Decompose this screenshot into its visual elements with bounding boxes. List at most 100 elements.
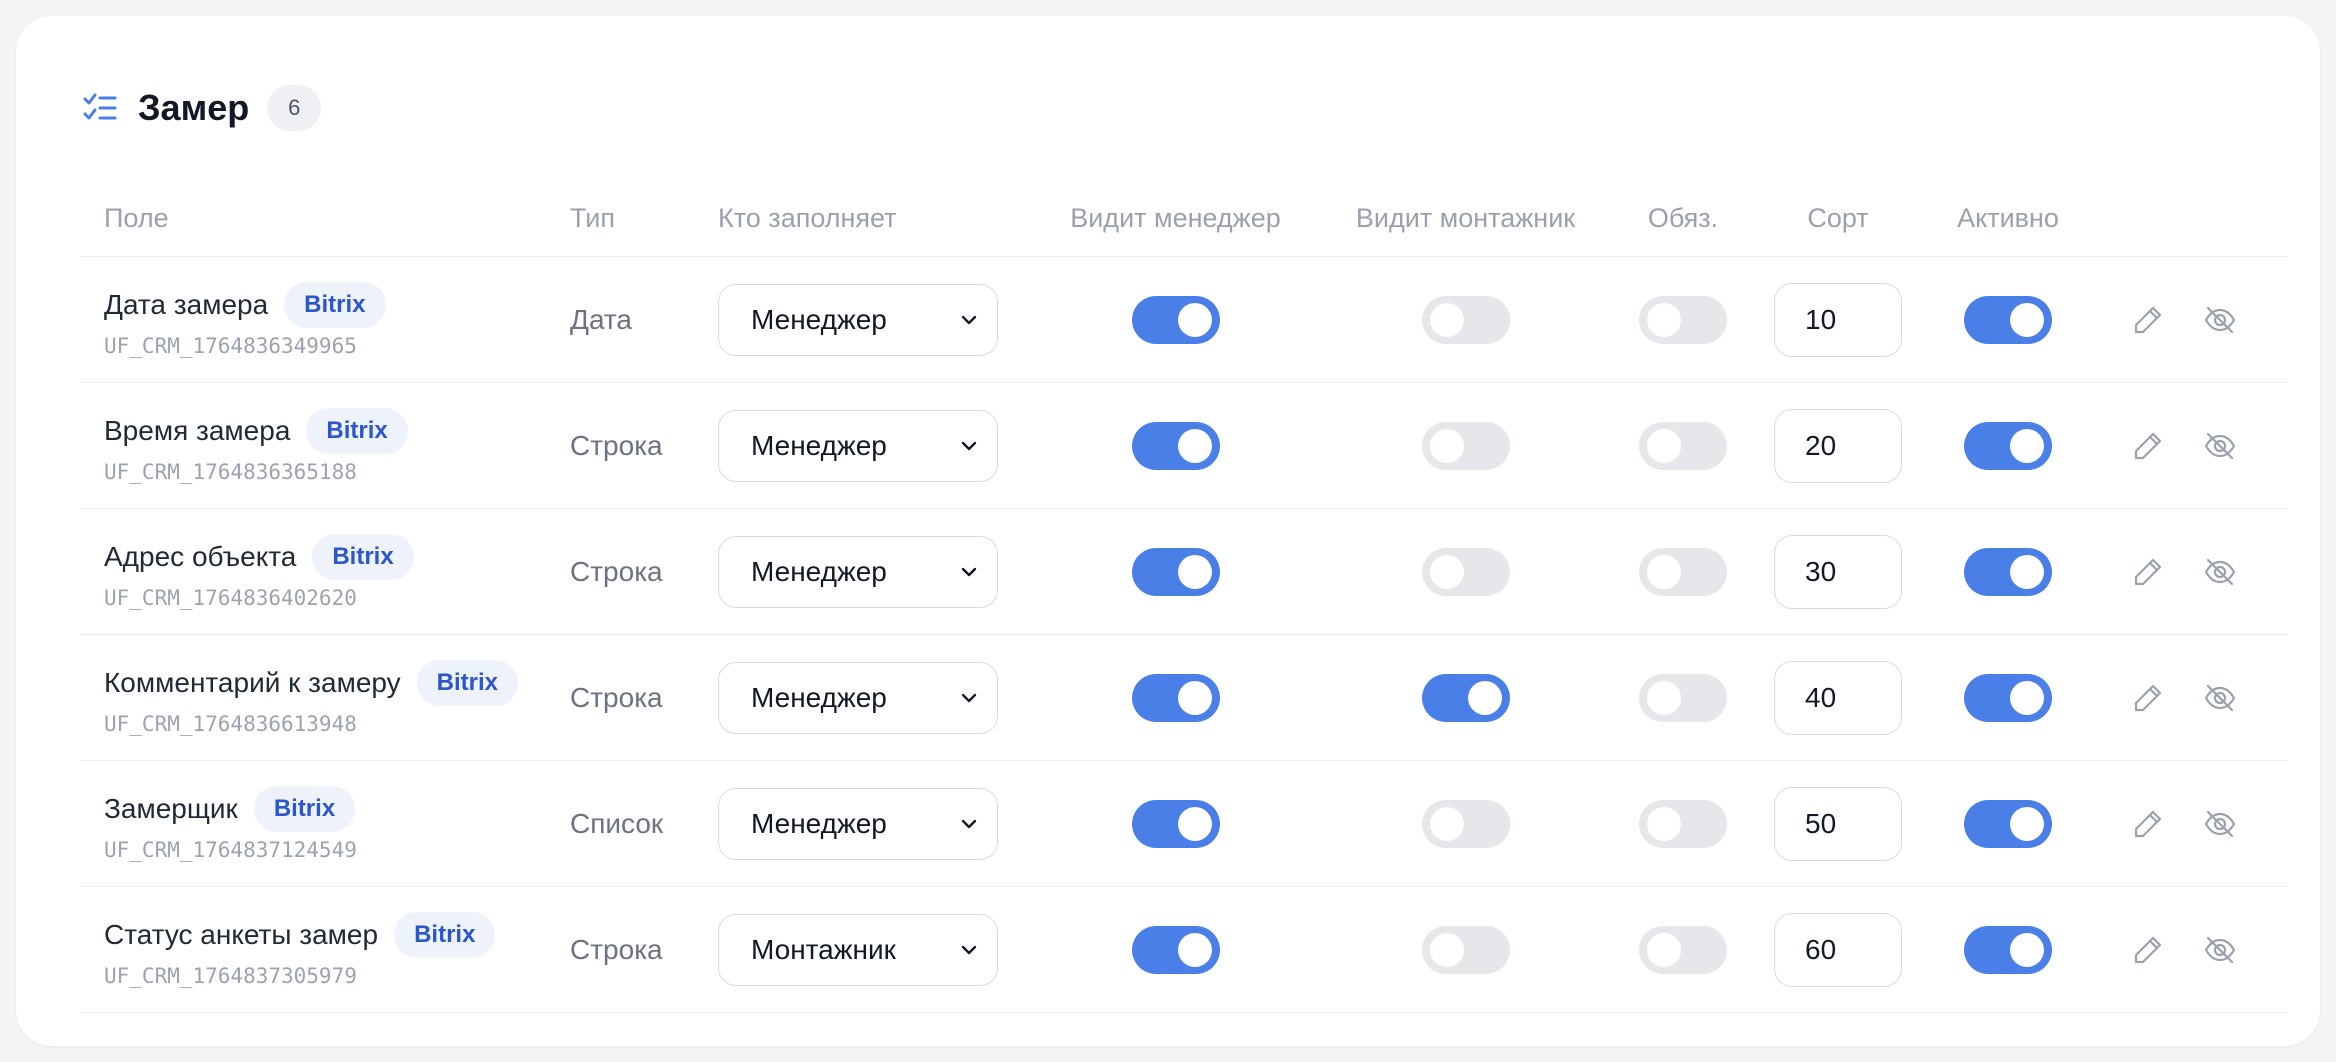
active-toggle[interactable] xyxy=(1964,799,2052,848)
required-toggle[interactable] xyxy=(1639,799,1727,848)
field-cell: Комментарий к замеру Bitrix UF_CRM_17648… xyxy=(80,634,570,761)
section-header: Замер 6 xyxy=(82,78,322,138)
table-header-row: Поле Тип Кто заполняет Видит менеджер Ви… xyxy=(80,180,2288,257)
edit-pencil-icon[interactable] xyxy=(2131,681,2165,715)
sort-cell: 60 xyxy=(1753,886,1923,1013)
bitrix-badge: Bitrix xyxy=(416,659,519,706)
field-cell: Статус анкеты замер Bitrix UF_CRM_176483… xyxy=(80,886,570,1013)
edit-pencil-icon[interactable] xyxy=(2131,807,2165,841)
sort-input[interactable]: 20 xyxy=(1774,408,1902,483)
required-toggle[interactable] xyxy=(1639,673,1727,722)
hide-eye-off-icon[interactable] xyxy=(2203,681,2237,715)
hide-eye-off-icon[interactable] xyxy=(2203,555,2237,589)
installer-cell xyxy=(1318,508,1613,635)
toggle-knob xyxy=(1177,932,1212,967)
installer-visible-toggle[interactable] xyxy=(1421,925,1510,974)
field-name-line: Замерщик Bitrix xyxy=(104,785,570,832)
required-cell xyxy=(1613,760,1753,887)
table-row: Адрес объекта Bitrix UF_CRM_176483640262… xyxy=(80,508,2288,635)
table-body: Дата замера Bitrix UF_CRM_1764836349965 … xyxy=(80,256,2288,1013)
installer-cell xyxy=(1318,760,1613,887)
hide-eye-off-icon[interactable] xyxy=(2203,303,2237,337)
filler-select[interactable]: Менеджер xyxy=(718,787,998,860)
hide-eye-off-icon[interactable] xyxy=(2203,933,2237,967)
filler-select-value: Менеджер xyxy=(751,555,887,587)
hide-eye-off-icon[interactable] xyxy=(2203,429,2237,463)
fields-table: Поле Тип Кто заполняет Видит менеджер Ви… xyxy=(80,180,2288,1013)
field-type: Строка xyxy=(570,382,718,509)
filler-select[interactable]: Монтажник xyxy=(718,913,998,986)
manager-cell xyxy=(1033,634,1318,761)
edit-pencil-icon[interactable] xyxy=(2131,933,2165,967)
sort-input[interactable]: 50 xyxy=(1774,786,1902,861)
manager-visible-toggle[interactable] xyxy=(1131,799,1220,848)
active-toggle[interactable] xyxy=(1964,673,2052,722)
active-toggle[interactable] xyxy=(1964,547,2052,596)
column-header-manager: Видит менеджер xyxy=(1033,180,1318,257)
active-toggle[interactable] xyxy=(1964,421,2052,470)
toggle-knob xyxy=(1647,932,1681,967)
sort-input[interactable]: 10 xyxy=(1774,282,1902,357)
filler-select[interactable]: Менеджер xyxy=(718,535,998,608)
field-name-line: Время замера Bitrix xyxy=(104,407,570,454)
manager-visible-toggle[interactable] xyxy=(1131,673,1220,722)
active-toggle[interactable] xyxy=(1964,925,2052,974)
filler-select-value: Монтажник xyxy=(751,933,896,965)
field-count-badge: 6 xyxy=(267,85,322,131)
edit-pencil-icon[interactable] xyxy=(2131,429,2165,463)
required-toggle[interactable] xyxy=(1639,925,1727,974)
toggle-knob xyxy=(2010,806,2044,841)
sort-input[interactable]: 60 xyxy=(1774,912,1902,987)
actions-cell xyxy=(2093,382,2288,509)
toggle-knob xyxy=(2010,428,2044,463)
edit-pencil-icon[interactable] xyxy=(2131,303,2165,337)
manager-cell xyxy=(1033,256,1318,383)
installer-visible-toggle[interactable] xyxy=(1421,421,1510,470)
manager-visible-toggle[interactable] xyxy=(1131,295,1220,344)
active-cell xyxy=(1923,760,2093,887)
required-toggle[interactable] xyxy=(1639,547,1727,596)
field-name: Замерщик xyxy=(104,792,238,824)
installer-cell xyxy=(1318,634,1613,761)
field-name: Комментарий к замеру xyxy=(104,666,401,698)
manager-visible-toggle[interactable] xyxy=(1131,925,1220,974)
required-toggle[interactable] xyxy=(1639,421,1727,470)
field-name: Адрес объекта xyxy=(104,540,297,572)
installer-visible-toggle[interactable] xyxy=(1421,673,1510,722)
row-actions xyxy=(2093,303,2288,337)
toggle-knob xyxy=(1177,680,1212,715)
filler-select-value: Менеджер xyxy=(751,429,887,461)
filler-select[interactable]: Менеджер xyxy=(718,661,998,734)
hide-eye-off-icon[interactable] xyxy=(2203,807,2237,841)
manager-cell xyxy=(1033,886,1318,1013)
filler-select[interactable]: Менеджер xyxy=(718,409,998,482)
field-name-line: Комментарий к замеру Bitrix xyxy=(104,659,570,706)
sort-cell: 10 xyxy=(1753,256,1923,383)
active-toggle[interactable] xyxy=(1964,295,2052,344)
sort-input[interactable]: 30 xyxy=(1774,534,1902,609)
edit-pencil-icon[interactable] xyxy=(2131,555,2165,589)
column-header-required: Обяз. xyxy=(1613,180,1753,257)
field-name: Дата замера xyxy=(104,288,269,320)
manager-visible-toggle[interactable] xyxy=(1131,421,1220,470)
installer-visible-toggle[interactable] xyxy=(1421,799,1510,848)
column-header-active: Активно xyxy=(1923,180,2093,257)
row-actions xyxy=(2093,933,2288,967)
filler-select-value: Менеджер xyxy=(751,681,887,713)
bitrix-badge: Bitrix xyxy=(394,911,496,958)
manager-visible-toggle[interactable] xyxy=(1131,547,1220,596)
sort-input[interactable]: 40 xyxy=(1774,660,1902,735)
installer-cell xyxy=(1318,886,1613,1013)
field-type: Строка xyxy=(570,634,718,761)
toggle-knob xyxy=(1429,302,1464,337)
column-header-type: Тип xyxy=(570,180,718,257)
actions-cell xyxy=(2093,634,2288,761)
filler-select[interactable]: Менеджер xyxy=(718,283,998,356)
installer-cell xyxy=(1318,256,1613,383)
toggle-knob xyxy=(2010,680,2044,715)
installer-visible-toggle[interactable] xyxy=(1421,295,1510,344)
required-toggle[interactable] xyxy=(1639,295,1727,344)
chevron-down-icon xyxy=(961,693,977,702)
installer-visible-toggle[interactable] xyxy=(1421,547,1510,596)
bitrix-badge: Bitrix xyxy=(284,281,386,328)
